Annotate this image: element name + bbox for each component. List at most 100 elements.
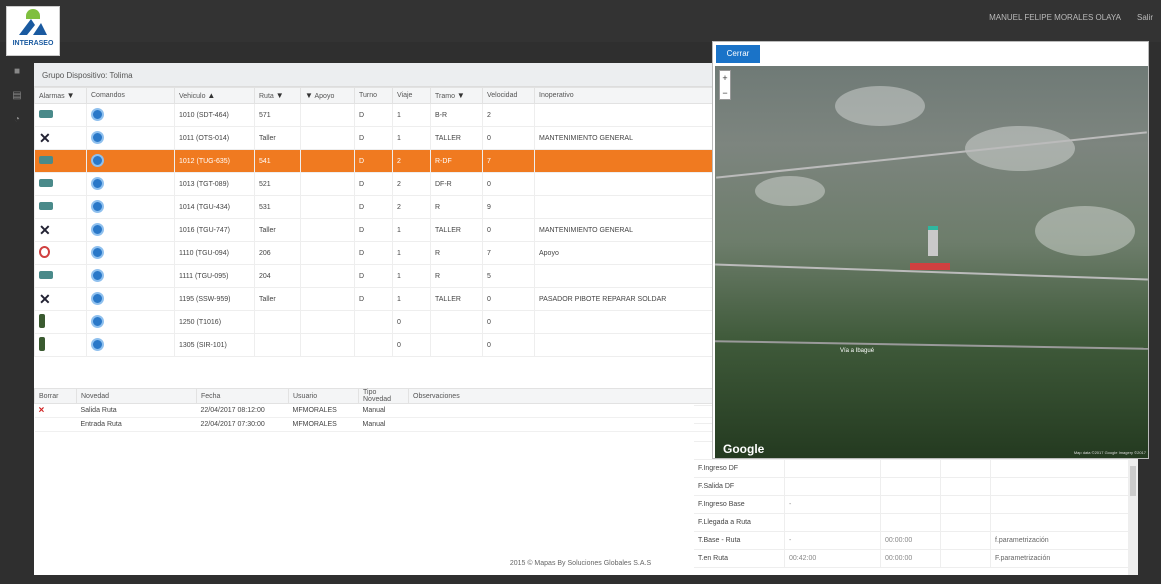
news-table: Borrar Novedad Fecha Usuario Tipo Noveda…	[34, 388, 714, 432]
command-cell[interactable]	[86, 310, 175, 334]
vehicle-marker-icon[interactable]	[928, 226, 938, 256]
truck-icon[interactable]	[39, 271, 53, 279]
sort-asc-icon[interactable]: ▲	[207, 91, 215, 100]
user-name[interactable]: MANUEL FELIPE MORALES OLAYA	[989, 13, 1121, 22]
command-cell[interactable]	[86, 195, 175, 219]
delete-cell[interactable]	[34, 417, 77, 432]
vehicle-row[interactable]: 1110 (TGU-094) 206 D 1 R 7 Apoyo	[34, 241, 714, 265]
command-cell[interactable]	[86, 287, 175, 311]
truck-icon[interactable]	[39, 110, 53, 118]
clock-icon[interactable]: ◔	[0, 108, 34, 132]
tools-icon[interactable]: ✕	[39, 223, 51, 237]
zoom-in-icon[interactable]: +	[720, 71, 730, 86]
logout-link[interactable]: Salir	[1137, 13, 1153, 22]
col-ruta[interactable]: Ruta ▼	[254, 87, 301, 104]
col-apoyo[interactable]: ▼ Apoyo	[300, 87, 355, 104]
tools-icon[interactable]: ✕	[39, 131, 51, 145]
command-icon[interactable]	[91, 107, 104, 121]
command-cell[interactable]	[86, 172, 175, 196]
vehicle-row[interactable]: 1014 (TGU-434) 531 D 2 R 9	[34, 195, 714, 219]
vehicle-row[interactable]: 1111 (TGU-095) 204 D 1 R 5	[34, 264, 714, 288]
alarm-cell[interactable]: ✕	[34, 126, 87, 150]
command-cell[interactable]	[86, 149, 175, 173]
col-vehiculo[interactable]: Vehiculo ▲	[174, 87, 255, 104]
filter-icon[interactable]: ▼	[276, 91, 284, 100]
alarm-cell[interactable]: ✕	[34, 287, 87, 311]
list-icon[interactable]: ▤	[0, 84, 34, 108]
inoperative-cell: MANTENIMIENTO GENERAL	[534, 218, 714, 242]
col-tramo[interactable]: Tramo ▼	[430, 87, 483, 104]
command-icon[interactable]	[91, 130, 104, 144]
command-icon[interactable]	[91, 291, 104, 305]
alarm-cell[interactable]	[34, 195, 87, 219]
col-tipo-novedad[interactable]: Tipo Novedad	[358, 388, 409, 404]
vehicle-row[interactable]: 1305 (SIR-101) 0 0	[34, 333, 714, 357]
route-cell: Taller	[254, 287, 301, 311]
truck-icon[interactable]	[39, 202, 53, 210]
command-cell[interactable]	[86, 126, 175, 150]
col-borrar[interactable]: Borrar	[34, 388, 77, 404]
command-icon[interactable]	[91, 222, 104, 236]
filter-icon[interactable]: ▼	[67, 91, 75, 100]
vehicle-row[interactable]: 1013 (TGT-089) 521 D 2 DF-R 0	[34, 172, 714, 196]
segment-cell: R	[430, 195, 483, 219]
command-icon[interactable]	[91, 245, 104, 259]
col-fecha[interactable]: Fecha	[196, 388, 289, 404]
command-icon[interactable]	[91, 337, 104, 351]
vehicle-row[interactable]: 1012 (TUG-635) 541 D 2 R-DF 7	[34, 149, 714, 173]
close-map-button[interactable]: Cerrar	[716, 45, 760, 63]
command-cell[interactable]	[86, 218, 175, 242]
command-cell[interactable]	[86, 264, 175, 288]
alarm-cell[interactable]	[34, 149, 87, 173]
col-turno[interactable]: Turno	[354, 87, 393, 104]
col-usuario[interactable]: Usuario	[288, 388, 359, 404]
vehicle-cell: 1012 (TUG-635)	[174, 149, 255, 173]
col-novedad[interactable]: Novedad	[76, 388, 197, 404]
vehicle-row[interactable]: ✕ 1011 (OTS-014) Taller D 1 TALLER 0 MANTENIMIE…	[34, 126, 714, 150]
col-velocidad[interactable]: Velocidad	[482, 87, 535, 104]
detail-scrollbar[interactable]	[1128, 458, 1138, 575]
zoom-control[interactable]: + −	[719, 70, 731, 100]
alarm-cell[interactable]	[34, 333, 87, 357]
alarm-cell[interactable]	[34, 264, 87, 288]
home-icon[interactable]: ■	[0, 60, 34, 84]
command-icon[interactable]	[91, 153, 104, 167]
alarm-cell[interactable]	[34, 310, 87, 334]
filter-icon[interactable]: ▼	[305, 91, 313, 100]
command-cell[interactable]	[86, 241, 175, 265]
command-cell[interactable]	[86, 103, 175, 127]
col-comandos[interactable]: Comandos	[86, 87, 175, 104]
col-inoperativo[interactable]: Inoperativo	[534, 87, 714, 104]
col-viaje[interactable]: Viaje	[392, 87, 431, 104]
vehicle-row[interactable]: 1250 (T1016) 0 0	[34, 310, 714, 334]
vehicle-row[interactable]: 1010 (SDT-464) 571 D 1 B-R 2	[34, 103, 714, 127]
traffic-light-icon[interactable]	[39, 337, 45, 351]
alarm-cell[interactable]	[34, 172, 87, 196]
command-icon[interactable]	[91, 176, 104, 190]
satellite-map[interactable]: + − Vía a Ibagué Google Map data ©2017 G…	[715, 66, 1148, 458]
news-row[interactable]: Entrada Ruta 22/04/2017 07:30:00 MFMORALES…	[34, 417, 714, 432]
alarm-cell[interactable]	[34, 241, 87, 265]
col-alarmas[interactable]: Alarmas ▼	[34, 87, 87, 104]
filter-icon[interactable]: ▼	[457, 91, 465, 100]
vehicle-row[interactable]: ✕ 1016 (TGU-747) Taller D 1 TALLER 0 MANTENIMIE…	[34, 218, 714, 242]
alarm-cell[interactable]	[34, 103, 87, 127]
tools-icon[interactable]: ✕	[39, 292, 51, 306]
alarm-cell[interactable]: ✕	[34, 218, 87, 242]
scroll-thumb[interactable]	[1130, 466, 1136, 496]
command-icon[interactable]	[91, 268, 104, 282]
alarm-clock-icon[interactable]	[39, 246, 50, 258]
truck-icon[interactable]	[39, 156, 53, 164]
col-observaciones[interactable]: Observaciones	[408, 388, 714, 404]
detail-note	[990, 459, 1128, 478]
vehicle-row[interactable]: ✕ 1195 (SSW-959) Taller D 1 TALLER 0 PASADOR PI…	[34, 287, 714, 311]
command-cell[interactable]	[86, 333, 175, 357]
truck-icon[interactable]	[39, 179, 53, 187]
traffic-light-icon[interactable]	[39, 314, 45, 328]
news-row[interactable]: × Salida Ruta 22/04/2017 08:12:00 MFMORALES…	[34, 403, 714, 418]
delete-cell[interactable]: ×	[34, 403, 77, 418]
delete-icon[interactable]: ×	[39, 405, 45, 416]
command-icon[interactable]	[91, 314, 104, 328]
zoom-out-icon[interactable]: −	[720, 86, 730, 101]
command-icon[interactable]	[91, 199, 104, 213]
